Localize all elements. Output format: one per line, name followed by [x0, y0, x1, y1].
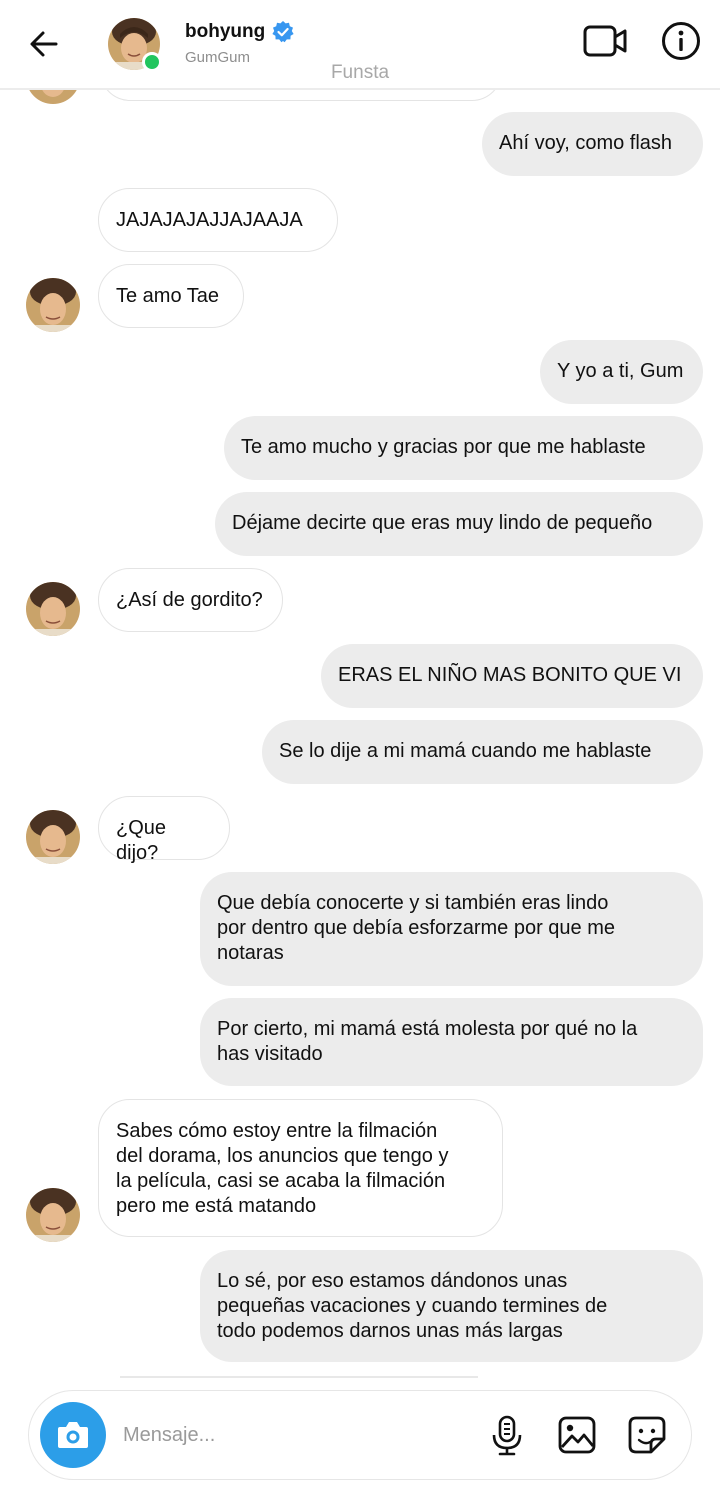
gallery-image-icon[interactable] [557, 1415, 597, 1455]
message-bubble-outgoing[interactable]: Que debía conocerte y si también eras li… [200, 872, 703, 986]
message-bubble-incoming[interactable]: ¿Así de gordito? [98, 568, 283, 632]
message-bubble-outgoing[interactable]: Y yo a ti, Gum [540, 340, 703, 404]
camera-button[interactable] [40, 1402, 106, 1468]
contact-name-row[interactable]: bohyung [185, 20, 295, 44]
message-bubble-incoming[interactable]: Te amo Tae [98, 264, 244, 328]
message-bubble-outgoing[interactable]: Te amo mucho y gracias por que me hablas… [224, 416, 703, 480]
sender-avatar[interactable] [26, 1188, 80, 1242]
microphone-icon[interactable] [489, 1415, 525, 1457]
partial-message-edge [120, 1376, 478, 1378]
sticker-icon[interactable] [627, 1415, 667, 1455]
message-bubble-incoming[interactable]: Sabes cómo estoy entre la filmación del … [98, 1099, 503, 1237]
message-input[interactable]: Mensaje... [123, 1424, 215, 1447]
funsta-watermark: Funsta [330, 62, 390, 83]
contact-username: bohyung [185, 21, 266, 42]
verified-badge-icon [272, 21, 294, 43]
message-composer[interactable]: Mensaje... [28, 1390, 692, 1480]
message-bubble-outgoing[interactable]: Ahí voy, como flash [482, 112, 703, 176]
message-bubble-outgoing[interactable]: Se lo dije a mi mamá cuando me hablaste [262, 720, 703, 784]
message-bubble-incoming[interactable]: JAJAJAJAJJAJAAJA [98, 188, 338, 252]
camera-icon [58, 1422, 88, 1448]
message-bubble-outgoing[interactable]: Déjame decirte que eras muy lindo de peq… [215, 492, 703, 556]
message-bubble-outgoing[interactable]: ERAS EL NIÑO MAS BONITO QUE VI [321, 644, 703, 708]
video-call-icon[interactable] [582, 22, 628, 60]
message-thread[interactable]: Ahí voy, como flash JAJAJAJAJJAJAAJA Te … [0, 0, 720, 1507]
message-bubble-incoming[interactable]: ¿Que dijo? [98, 796, 230, 864]
info-icon[interactable] [660, 20, 702, 62]
sender-avatar[interactable] [26, 810, 80, 864]
back-arrow-icon[interactable] [26, 26, 62, 62]
sender-avatar[interactable] [26, 582, 80, 636]
sender-avatar[interactable] [26, 278, 80, 332]
message-bubble-outgoing[interactable]: Por cierto, mi mamá está molesta por qué… [200, 998, 703, 1086]
message-bubble-outgoing[interactable]: Lo sé, por eso estamos dándonos unas peq… [200, 1250, 703, 1362]
